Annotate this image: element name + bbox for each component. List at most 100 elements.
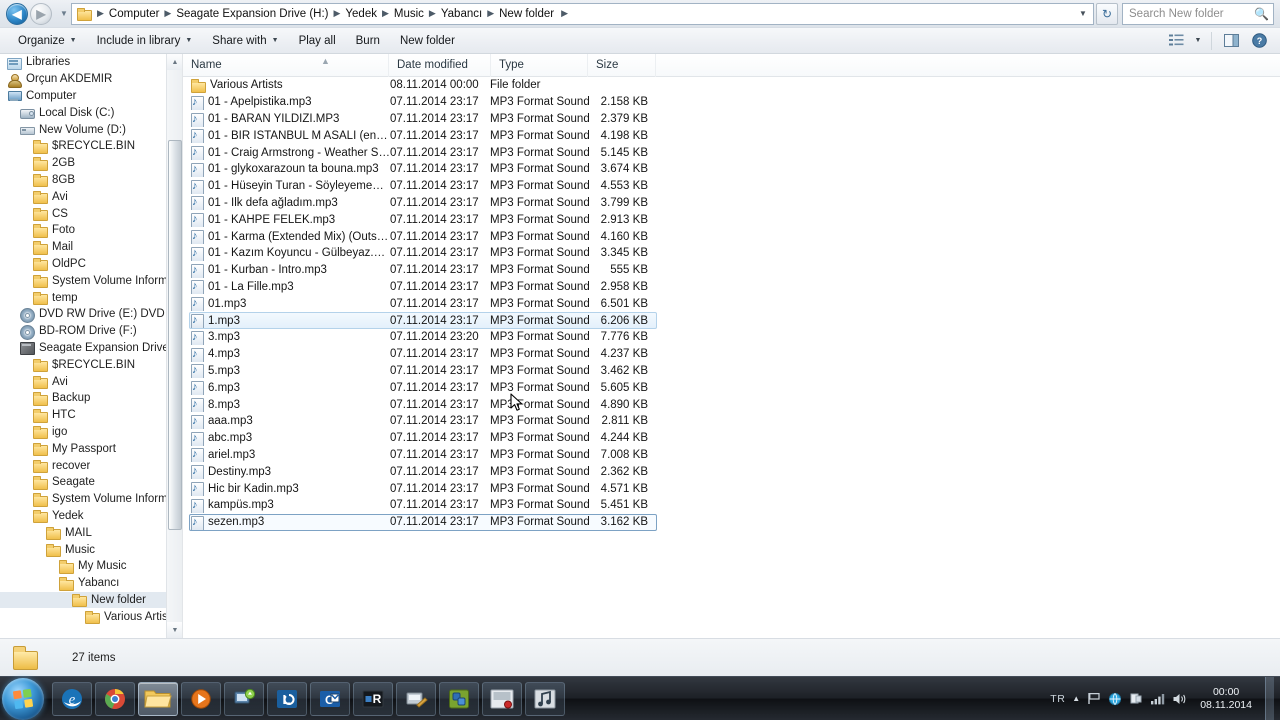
- taskbar-button-internet-explorer[interactable]: e: [52, 681, 92, 716]
- table-row[interactable]: 01 - La Fille.mp3 07.11.2014 23:17 MP3 For…: [189, 279, 657, 296]
- tree-item-recover[interactable]: recover: [0, 457, 166, 474]
- forward-button[interactable]: ▶: [30, 2, 52, 25]
- tree-item-dvd-rw-drive-e-dvd[interactable]: DVD RW Drive (E:) DVD: [0, 306, 166, 323]
- taskbar-button-outlook[interactable]: O: [310, 681, 350, 716]
- table-row[interactable]: 01 - Hüseyin Turan - Söyleyemedim.mp307.…: [189, 178, 657, 195]
- scroll-up-button[interactable]: ▲: [167, 54, 182, 70]
- breadcrumb-bar[interactable]: ▶ Computer ▶ Seagate Expansion Drive (H:…: [71, 2, 1094, 25]
- tree-item-avi[interactable]: Avi: [0, 373, 166, 390]
- table-row[interactable]: 01 - glykoxarazoun ta bouna.mp3 07.11.201…: [189, 161, 657, 178]
- taskbar-button-windows-explorer[interactable]: [138, 681, 178, 716]
- breadcrumb-expand-icon[interactable]: ▶: [558, 8, 571, 19]
- table-row[interactable]: 3.mp3 07.11.2014 23:20 MP3 Format Sound 7.7…: [189, 329, 657, 346]
- scrollbar-thumb[interactable]: [168, 140, 182, 530]
- address-dropdown-icon[interactable]: ▼: [1075, 9, 1091, 18]
- file-rows[interactable]: Various Artists 08.11.2014 00:00 File fold…: [183, 77, 1280, 638]
- taskbar-button-scanner-app[interactable]: [396, 681, 436, 716]
- help-button[interactable]: ?: [1246, 30, 1272, 52]
- breadcrumb-item-yabanci[interactable]: Yabancı: [437, 6, 486, 22]
- table-row[interactable]: 8.mp3 07.11.2014 23:17 MP3 Format Sound 4.8…: [189, 396, 657, 413]
- table-row[interactable]: ariel.mp3 07.11.2014 23:17 MP3 Format Soun…: [189, 447, 657, 464]
- tree-item-yabanc[interactable]: Yabancı: [0, 575, 166, 592]
- table-row[interactable]: 01 - İlk defa ağladım.mp3 07.11.2014 23:1…: [189, 195, 657, 212]
- signal-icon[interactable]: [1150, 692, 1165, 705]
- start-button[interactable]: [2, 677, 44, 720]
- taskbar-button-computer-update[interactable]: [224, 681, 264, 716]
- burn-button[interactable]: Burn: [346, 31, 390, 51]
- tree-item-recycle-bin[interactable]: $RECYCLE.BIN: [0, 356, 166, 373]
- refresh-button[interactable]: ↻: [1096, 2, 1118, 25]
- search-input[interactable]: Search New folder: [1129, 8, 1254, 20]
- table-row[interactable]: 01 - Apelpistika.mp3 07.11.2014 23:17 MP3 …: [189, 94, 657, 111]
- play-all-button[interactable]: Play all: [289, 31, 346, 51]
- tree-item-temp[interactable]: temp: [0, 289, 166, 306]
- tree-item-foto[interactable]: Foto: [0, 222, 166, 239]
- flag-icon[interactable]: [1087, 692, 1101, 705]
- column-header-size[interactable]: Size: [588, 54, 656, 77]
- table-row[interactable]: aaa.mp3 07.11.2014 23:17 MP3 Format Sound 2…: [189, 413, 657, 430]
- tree-item-cs[interactable]: CS: [0, 205, 166, 222]
- change-view-dropdown[interactable]: ▼: [1191, 30, 1205, 52]
- show-hidden-icons-button[interactable]: ▲: [1072, 694, 1080, 703]
- tree-item-bd-rom-drive-f[interactable]: BD-ROM Drive (F:): [0, 323, 166, 340]
- table-row[interactable]: Hic bir Kadin.mp3 07.11.2014 23:17 MP3 For…: [189, 480, 657, 497]
- breadcrumb-separator[interactable]: ▶: [428, 8, 437, 19]
- new-folder-button[interactable]: New folder: [390, 31, 465, 51]
- navigation-scrollbar[interactable]: ▲ ▼: [166, 54, 182, 638]
- table-row[interactable]: 01.mp3 07.11.2014 23:17 MP3 Format Sound 6.…: [189, 295, 657, 312]
- taskbar-button-link-app[interactable]: [439, 681, 479, 716]
- tree-item-system-volume-information[interactable]: System Volume Information: [0, 272, 166, 289]
- tree-item-2gb[interactable]: 2GB: [0, 155, 166, 172]
- tree-item-recycle-bin[interactable]: $RECYCLE.BIN: [0, 138, 166, 155]
- include-in-library-button[interactable]: Include in library ▼: [87, 31, 203, 51]
- table-row[interactable]: 01 - Karma (Extended Mix) (Outsized).mp3…: [189, 228, 657, 245]
- tree-item-local-disk-c[interactable]: Local Disk (C:): [0, 104, 166, 121]
- column-header-date-modified[interactable]: Date modified: [389, 54, 491, 77]
- search-box[interactable]: Search New folder 🔍: [1122, 2, 1274, 25]
- taskbar-button-recording-app[interactable]: R: [353, 681, 393, 716]
- share-with-button[interactable]: Share with ▼: [202, 31, 288, 51]
- table-row[interactable]: 01 - Kazım Koyuncu - Gülbeyaz.mp307.11.2…: [189, 245, 657, 262]
- tree-item-system-volume-information[interactable]: System Volume Information: [0, 491, 166, 508]
- column-header-type[interactable]: Type: [491, 54, 588, 77]
- table-row[interactable]: 01 - Craig Armstrong - Weather Storm.m..…: [189, 144, 657, 161]
- breadcrumb-separator[interactable]: ▶: [381, 8, 390, 19]
- taskbar-button-burner-app[interactable]: [482, 681, 522, 716]
- tree-item-seagate[interactable]: Seagate: [0, 474, 166, 491]
- back-button[interactable]: ◀: [6, 2, 28, 25]
- tree-item-new-volume-d[interactable]: New Volume (D:): [0, 121, 166, 138]
- clock[interactable]: 00:00 08.11.2014: [1194, 686, 1258, 712]
- table-row[interactable]: abc.mp3 07.11.2014 23:17 MP3 Format Sound 4…: [189, 430, 657, 447]
- tree-item-mail[interactable]: Mail: [0, 239, 166, 256]
- taskbar-button-media-player[interactable]: [181, 681, 221, 716]
- tree-item-music[interactable]: Music: [0, 541, 166, 558]
- table-row[interactable]: 4.mp3 07.11.2014 23:17 MP3 Format Sound 4.2…: [189, 346, 657, 363]
- breadcrumb-item-computer[interactable]: Computer: [105, 6, 164, 22]
- breadcrumb-separator[interactable]: ▶: [486, 8, 495, 19]
- table-row[interactable]: Various Artists 08.11.2014 00:00 File fold…: [189, 77, 657, 94]
- scroll-down-button[interactable]: ▼: [167, 622, 182, 638]
- preview-pane-button[interactable]: [1218, 30, 1244, 52]
- tree-item-backup[interactable]: Backup: [0, 390, 166, 407]
- table-row[interactable]: 5.mp3 07.11.2014 23:17 MP3 Format Sound 3.4…: [189, 363, 657, 380]
- table-row[interactable]: 6.mp3 07.11.2014 23:17 MP3 Format Sound 5.6…: [189, 379, 657, 396]
- tree-item-seagate-expansion-drive-h[interactable]: Seagate Expansion Drive (H:): [0, 340, 166, 357]
- tree-item-htc[interactable]: HTC: [0, 407, 166, 424]
- tree-item-my-passport[interactable]: My Passport: [0, 440, 166, 457]
- table-row[interactable]: 01 - BARAN YILDIZI.MP3 07.11.2014 23:17 MP…: [189, 111, 657, 128]
- tree-item-new-folder[interactable]: New folder: [0, 591, 166, 609]
- tree-item-yedek[interactable]: Yedek: [0, 508, 166, 525]
- taskbar-button-audio-app[interactable]: [525, 681, 565, 716]
- tree-item-igo[interactable]: igo: [0, 424, 166, 441]
- recent-locations-button[interactable]: ▼: [57, 9, 71, 18]
- table-row[interactable]: 01 - KAHPE FELEK.mp3 07.11.2014 23:17 MP3 …: [189, 211, 657, 228]
- breadcrumb-separator[interactable]: ▶: [332, 8, 341, 19]
- table-row[interactable]: kampüs.mp3 07.11.2014 23:17 MP3 Format Sou…: [189, 497, 657, 514]
- table-row[interactable]: sezen.mp3 07.11.2014 23:17 MP3 Format Soun…: [189, 513, 657, 531]
- tree-item-oldpc[interactable]: OldPC: [0, 256, 166, 273]
- tree-item-my-music[interactable]: My Music: [0, 558, 166, 575]
- tree-item-libraries[interactable]: Libraries: [0, 54, 166, 71]
- table-row[interactable]: Destiny.mp3 07.11.2014 23:17 MP3 Format So…: [189, 463, 657, 480]
- breadcrumb-separator[interactable]: ▶: [163, 8, 172, 19]
- breadcrumb-item-yedek[interactable]: Yedek: [341, 6, 381, 22]
